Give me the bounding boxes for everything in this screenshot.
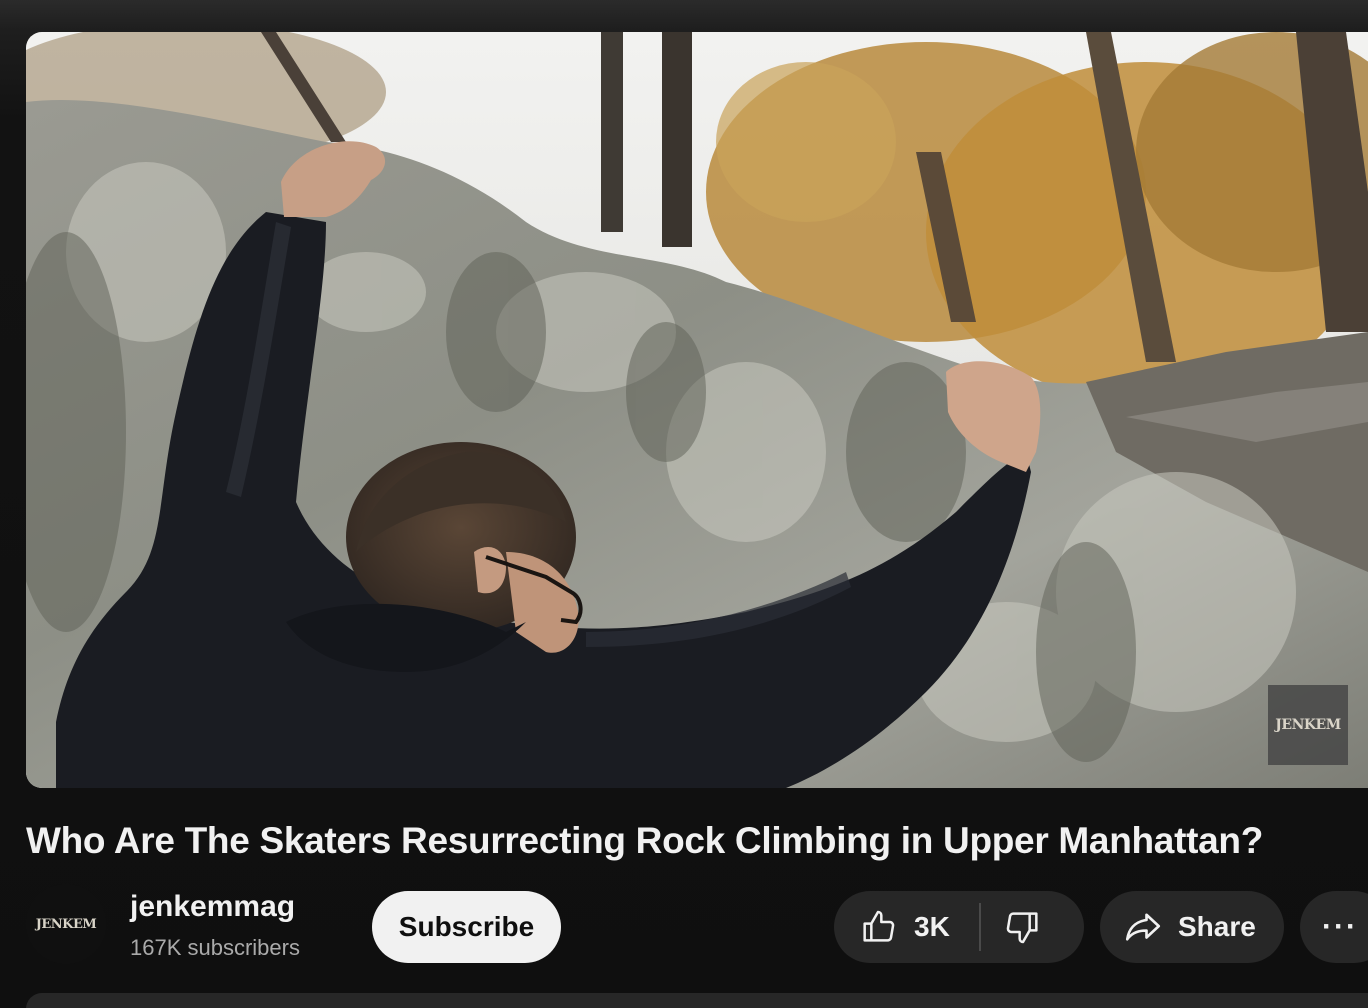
share-button[interactable]: Share (1100, 891, 1284, 963)
thumbs-up-icon (863, 910, 895, 942)
like-dislike-group: 3K (834, 891, 1084, 963)
subscribe-button[interactable]: Subscribe (372, 891, 561, 963)
more-horizontal-icon: ··· (1322, 910, 1358, 943)
description-box[interactable] (26, 993, 1368, 1008)
share-label: Share (1178, 911, 1256, 942)
like-count: 3K (914, 911, 950, 942)
channel-avatar[interactable]: JENKEM (26, 884, 106, 964)
channel-watermark[interactable]: JENKEM (1268, 685, 1348, 765)
video-title: Who Are The Skaters Resurrecting Rock Cl… (26, 820, 1264, 861)
watch-page: JENKEM Who Are The Skaters Resurrecting … (0, 0, 1368, 1008)
more-actions-button[interactable]: ··· (1300, 891, 1368, 963)
video-frame (26, 32, 1368, 788)
like-button[interactable]: 3K (834, 891, 978, 963)
thumbs-down-icon (1006, 912, 1038, 944)
subscriber-count: 167K subscribers (130, 935, 300, 960)
share-arrow-icon (1125, 913, 1161, 941)
dislike-button[interactable] (981, 891, 1084, 963)
video-player[interactable]: JENKEM (26, 32, 1368, 788)
channel-name[interactable]: jenkemmag (130, 888, 295, 926)
